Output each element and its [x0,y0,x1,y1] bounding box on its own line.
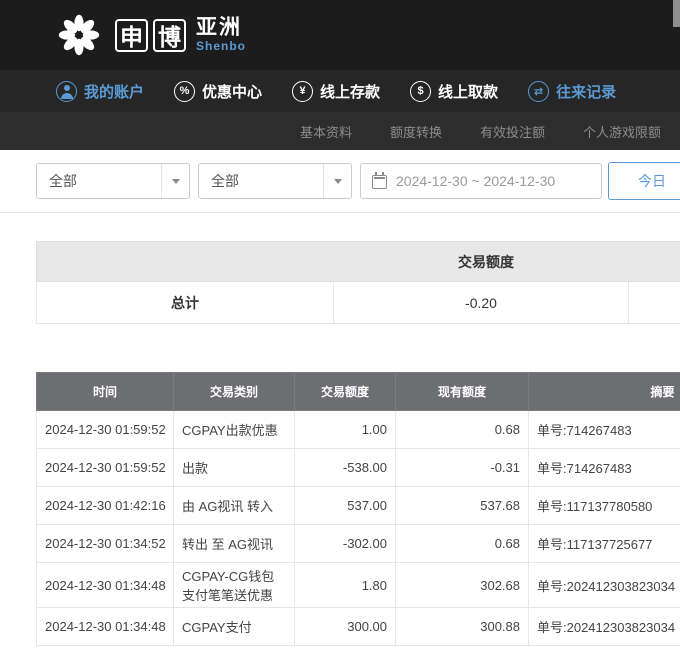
table-row: 2024-12-30 01:42:16 由 AG视讯 转入 537.00 537… [37,487,680,525]
cell-type: CGPAY-CG钱包支付笔笔送优惠 [174,563,295,608]
summary-total-value: -0.20 [334,282,629,324]
withdraw-icon: $ [410,81,431,102]
cell-balance: 302.68 [396,563,529,608]
table-row: 2024-12-30 01:34:48 CGPAY支付 300.00 300.8… [37,608,680,646]
sub-nav: 基本资料 额度转换 有效投注额 个人游戏限额 [0,112,680,150]
main-nav: 我的账户 % 优惠中心 ¥ 线上存款 $ 线上取款 ⇄ 往来记录 [0,70,680,112]
logo-wordmark: 亚洲 Shenbo [196,17,246,53]
date-range-value: 2024-12-30 ~ 2024-12-30 [396,173,555,189]
cell-type: CGPAY出款优惠 [174,411,295,449]
summary-total-row: 总计 -0.20 [37,282,680,324]
col-header-time: 时间 [37,373,174,411]
table-row: 2024-12-30 01:34:52 转出 至 AG视讯 -302.00 0.… [37,525,680,563]
cell-type: 由 AG视讯 转入 [174,487,295,525]
cell-time: 2024-12-30 01:59:52 [37,411,174,449]
cell-type: 转出 至 AG视讯 [174,525,295,563]
cell-time: 2024-12-30 01:34:48 [37,563,174,608]
cell-amount: 1.80 [295,563,396,608]
cell-summary: 单号:202412303823034 [529,563,680,608]
cell-time: 2024-12-30 01:34:52 [37,525,174,563]
divider [0,212,680,213]
nav-item-deposit[interactable]: ¥ 线上存款 [292,81,380,102]
logo-char-box-2: 博 [153,19,186,52]
today-button[interactable]: 今日 [608,162,680,200]
logo-region-text: 亚洲 [196,17,246,39]
nav-item-promotions[interactable]: % 优惠中心 [174,81,262,102]
col-header-amount: 交易额度 [295,373,396,411]
deposit-icon: ¥ [292,81,313,102]
cell-amount: 1.00 [295,411,396,449]
nav-item-withdrawal[interactable]: $ 线上取款 [410,81,498,102]
cell-time: 2024-12-30 01:59:52 [37,449,174,487]
table-header-row: 时间 交易类别 交易额度 现有额度 摘要 [37,373,680,411]
records-icon: ⇄ [528,81,549,102]
cell-balance: 0.68 [396,525,529,563]
logo-char-box-1: 申 [115,19,148,52]
chevron-down-icon [161,164,189,198]
cell-amount: -538.00 [295,449,396,487]
cell-type: 出款 [174,449,295,487]
subnav-item-basic-info[interactable]: 基本资料 [300,122,352,141]
type-filter-dropdown-2[interactable]: 全部 [198,163,352,199]
col-header-balance: 现有额度 [396,373,529,411]
cell-time: 2024-12-30 01:42:16 [37,487,174,525]
summary-header-cell: 交易额度 [37,242,680,282]
subnav-item-game-limits[interactable]: 个人游戏限额 [583,122,661,141]
filter-bar: 全部 全部 2024-12-30 ~ 2024-12-30 今日 [36,162,680,200]
subnav-item-valid-bets[interactable]: 有效投注额 [480,122,545,141]
cell-amount: -302.00 [295,525,396,563]
flower-logo-icon [56,12,102,58]
table-row: 2024-12-30 01:34:48 CGPAY-CG钱包支付笔笔送优惠 1.… [37,563,680,608]
type-filter-dropdown-1[interactable]: 全部 [36,163,190,199]
nav-label: 线上存款 [320,81,380,102]
scrollbar-thumb[interactable] [673,0,680,27]
cell-balance: -0.31 [396,449,529,487]
top-header: 申 博 亚洲 Shenbo [0,0,680,70]
nav-label: 往来记录 [556,81,616,102]
cell-balance: 300.88 [396,608,529,646]
cell-balance: 0.68 [396,411,529,449]
calendar-icon [372,175,387,189]
cell-time: 2024-12-30 01:34:48 [37,608,174,646]
cell-summary: 单号:117137780580 [529,487,680,525]
subnav-item-balance-transfer[interactable]: 额度转换 [390,122,442,141]
chevron-down-icon [323,164,351,198]
transactions-table: 时间 交易类别 交易额度 现有额度 摘要 2024-12-30 01:59:52… [36,372,680,646]
nav-label: 优惠中心 [202,81,262,102]
cell-amount: 537.00 [295,487,396,525]
cell-summary: 单号:714267483 [529,449,680,487]
col-header-type: 交易类别 [174,373,295,411]
cell-summary: 单号:202412303823034 [529,608,680,646]
cell-summary: 单号:714267483 [529,411,680,449]
nav-label: 我的账户 [84,81,144,102]
cell-balance: 537.68 [396,487,529,525]
date-range-input[interactable]: 2024-12-30 ~ 2024-12-30 [360,163,602,199]
nav-item-my-account[interactable]: 我的账户 [56,81,144,102]
table-row: 2024-12-30 01:59:52 CGPAY出款优惠 1.00 0.68 … [37,411,680,449]
user-icon [56,81,77,102]
cell-type: CGPAY支付 [174,608,295,646]
col-header-summary: 摘要 [529,373,680,411]
cell-summary: 单号:117137725677 [529,525,680,563]
summary-empty-cell [629,282,680,324]
summary-table: 交易额度 总计 -0.20 [36,241,680,324]
dropdown-selected-value: 全部 [199,171,323,191]
nav-item-transaction-records[interactable]: ⇄ 往来记录 [528,81,616,102]
summary-total-label: 总计 [37,282,334,324]
summary-header-row: 交易额度 [37,242,680,282]
promo-icon: % [174,81,195,102]
cell-amount: 300.00 [295,608,396,646]
table-row: 2024-12-30 01:59:52 出款 -538.00 -0.31 单号:… [37,449,680,487]
dropdown-selected-value: 全部 [37,171,161,191]
logo-brand-text: Shenbo [196,39,246,53]
nav-label: 线上取款 [438,81,498,102]
